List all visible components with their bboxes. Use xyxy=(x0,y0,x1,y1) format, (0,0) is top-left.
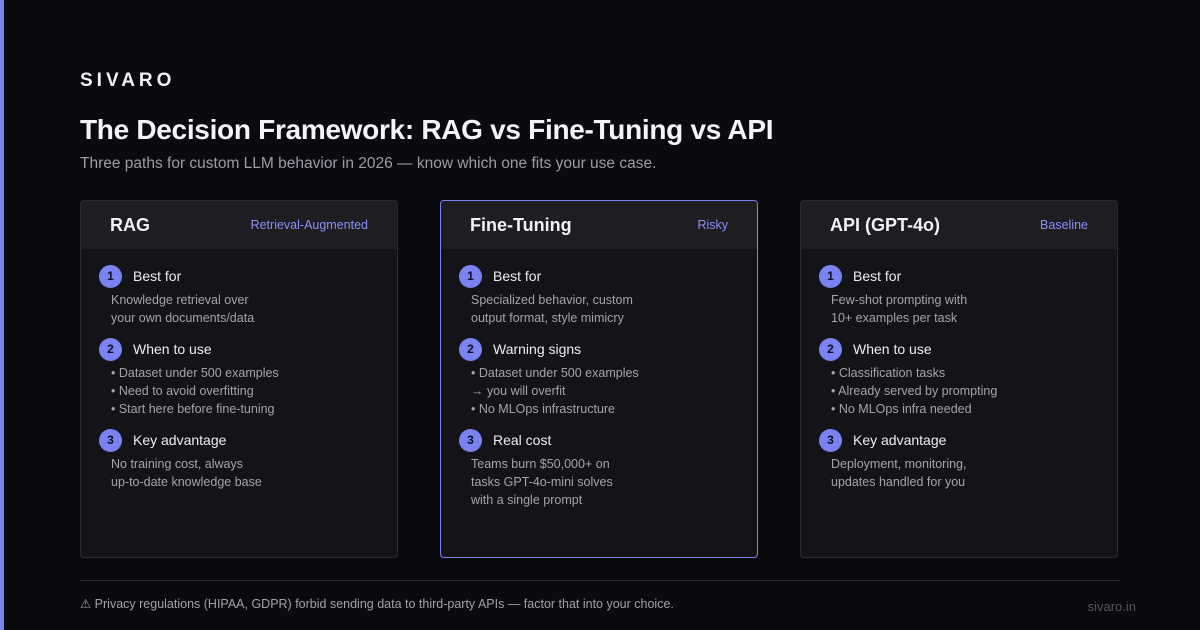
card-section: 1 Best for Few-shot prompting with 10+ ex… xyxy=(819,264,1099,327)
card-rag: RAG Retrieval-Augmented 1 Best for Knowle… xyxy=(80,200,398,558)
step-number-badge: 3 xyxy=(459,428,482,452)
card-header: API (GPT-4o) Baseline xyxy=(801,201,1117,249)
card-title: API (GPT-4o) xyxy=(830,214,941,235)
card-tag: Baseline xyxy=(1040,218,1088,232)
step-number-badge: 3 xyxy=(99,428,122,452)
section-line: updates handled for you xyxy=(831,475,966,489)
card-header: RAG Retrieval-Augmented xyxy=(81,201,397,249)
section-line: • Already served by prompting xyxy=(831,384,998,398)
section-label: When to use xyxy=(853,341,932,357)
accent-bar xyxy=(0,0,4,630)
card-header: Fine-Tuning Risky xyxy=(441,201,757,249)
section-line: Few-shot prompting with xyxy=(831,293,968,307)
section-label: When to use xyxy=(133,341,212,357)
card-section: 2 Warning signs • Dataset under 500 examp… xyxy=(459,337,739,418)
brand-logo: SIVARO xyxy=(80,70,176,91)
card-section: 1 Best for Knowledge retrieval over your … xyxy=(99,264,379,327)
section-line: • No MLOps infrastructure xyxy=(471,402,616,416)
section-line: Specialized behavior, custom xyxy=(471,293,633,307)
section-line: tasks GPT-4o-mini solves xyxy=(471,475,613,489)
step-number-badge: 2 xyxy=(99,337,122,361)
section-label: Best for xyxy=(493,268,542,284)
card-title: RAG xyxy=(110,214,150,235)
site-url[interactable]: sivaro.in xyxy=(1088,599,1136,614)
card-section: 3 Real cost Teams burn $50,000+ on tasks … xyxy=(459,428,739,509)
section-line: Teams burn $50,000+ on xyxy=(471,457,610,471)
section-line: • Need to avoid overfitting xyxy=(111,384,254,398)
card-tag: Risky xyxy=(697,218,728,232)
section-line: • Dataset under 500 examples xyxy=(471,366,639,380)
card-section: 2 When to use • Dataset under 500 example… xyxy=(99,337,379,418)
section-label: Real cost xyxy=(493,432,552,448)
step-number-badge: 2 xyxy=(819,337,842,361)
card-section: 1 Best for Specialized behavior, custom o… xyxy=(459,264,739,327)
card-fine-tuning: Fine-Tuning Risky 1 Best for Specialized … xyxy=(440,200,758,558)
section-line: Knowledge retrieval over xyxy=(111,293,249,307)
card-tag: Retrieval-Augmented xyxy=(250,218,368,232)
card-section: 3 Key advantage Deployment, monitoring, u… xyxy=(819,428,1099,491)
card-api: API (GPT-4o) Baseline 1 Best for Few-shot… xyxy=(800,200,1118,558)
section-label: Best for xyxy=(853,268,902,284)
card-title: Fine-Tuning xyxy=(470,214,572,235)
section-line: your own documents/data xyxy=(111,311,255,325)
page-subtitle: Three paths for custom LLM behavior in 2… xyxy=(80,155,657,172)
step-number-badge: 1 xyxy=(459,264,482,288)
section-line: • Dataset under 500 examples xyxy=(111,366,279,380)
section-label: Best for xyxy=(133,268,182,284)
section-line: Deployment, monitoring, xyxy=(831,457,967,471)
footer-note: ⚠ Privacy regulations (HIPAA, GDPR) forb… xyxy=(80,597,674,611)
section-label: Warning signs xyxy=(493,341,582,357)
section-line: up-to-date knowledge base xyxy=(111,475,262,489)
card-section: 2 When to use • Classification tasks • Al… xyxy=(819,337,1099,418)
step-number-badge: 3 xyxy=(819,428,842,452)
section-line: • No MLOps infra needed xyxy=(831,402,972,416)
section-line: with a single prompt xyxy=(471,493,583,507)
card-section: 3 Key advantage No training cost, always … xyxy=(99,428,379,491)
section-line: → you will overfit xyxy=(471,384,566,398)
section-line: • Classification tasks xyxy=(831,366,946,380)
section-line: No training cost, always xyxy=(111,457,244,471)
footer-divider xyxy=(80,580,1120,581)
page-title: The Decision Framework: RAG vs Fine-Tuni… xyxy=(80,114,774,145)
step-number-badge: 1 xyxy=(819,264,842,288)
step-number-badge: 1 xyxy=(99,264,122,288)
step-number-badge: 2 xyxy=(459,337,482,361)
section-line: • Start here before fine-tuning xyxy=(111,402,275,416)
section-label: Key advantage xyxy=(133,432,227,448)
section-line: 10+ examples per task xyxy=(831,311,958,325)
section-label: Key advantage xyxy=(853,432,947,448)
section-line: output format, style mimicry xyxy=(471,311,624,325)
